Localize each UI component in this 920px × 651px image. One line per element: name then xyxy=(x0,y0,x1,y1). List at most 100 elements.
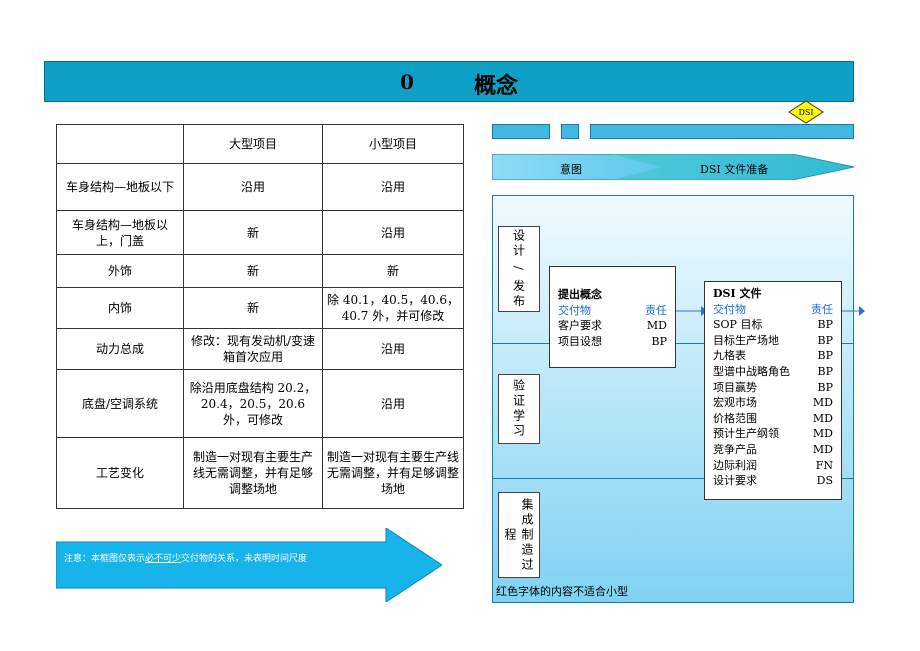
owner: MD xyxy=(812,427,833,441)
note-suffix: 交付物的关系，未表明时间尺度 xyxy=(181,554,308,564)
list-item: SOP 目标 BP xyxy=(713,317,833,333)
table-row: 底盘/空调系统 除沿用底盘结构 20.2，20.4，20.5，20.6 外，可修… xyxy=(56,369,464,438)
table-cell: 车身结构—地板以上，门盖 xyxy=(56,210,184,255)
table-cell: 除 40.1，40.5，40.6，40.7 外，并可修改 xyxy=(322,287,464,329)
owner: MD xyxy=(646,319,667,333)
table-cell: 修改：现有发动机/变速箱首次应用 xyxy=(183,328,323,370)
list-item: 目标生产场地 BP xyxy=(713,333,833,349)
connector-arrow-icon xyxy=(842,306,865,316)
table-cell: 新 xyxy=(322,254,464,288)
table-cell: 外饰 xyxy=(56,254,184,288)
list-item: 价格范围 MD xyxy=(713,411,833,427)
table-row: 车身结构—地板以下 沿用 沿用 xyxy=(56,163,464,211)
header-responsibility: 责任 xyxy=(645,303,667,317)
table-cell: 工艺变化 xyxy=(56,437,184,509)
timeline-bar xyxy=(492,124,550,139)
table-cell: 沿用 xyxy=(322,210,464,255)
dsi-box-title: DSI 文件 xyxy=(713,287,762,300)
owner: MD xyxy=(812,442,833,456)
deliverable: 项目赢势 xyxy=(713,380,757,394)
comparison-table: 大型项目 小型项目 车身结构—地板以下 沿用 沿用 车身结构—地板以上，门盖 新… xyxy=(56,124,464,509)
table-header-cell: 小型项目 xyxy=(322,124,464,164)
header-deliverable: 交付物 xyxy=(558,303,591,317)
concept-box: 提出概念 交付物 责任 客户要求 MD 项目设想 BP xyxy=(549,266,676,368)
note-text: 注意：本框图仅表示必不可少交付物的关系，未表明时间尺度 xyxy=(64,551,307,564)
list-item: 宏观市场 MD xyxy=(713,395,833,411)
header-deliverable: 交付物 xyxy=(713,302,746,316)
deliverable: 目标生产场地 xyxy=(713,333,779,347)
phase-label-dsi: DSI 文件准备 xyxy=(700,163,769,176)
list-item: 预计生产纲领 MD xyxy=(713,426,833,442)
table-cell: 沿用 xyxy=(322,328,464,370)
table-cell: 动力总成 xyxy=(56,328,184,370)
table-cell: 新 xyxy=(183,287,323,329)
deliverable: 客户要求 xyxy=(558,319,602,333)
deliverable: 项目设想 xyxy=(558,334,602,348)
deliverable: 设计要求 xyxy=(713,474,757,488)
list-item: 型谱中战略角色 BP xyxy=(713,364,833,380)
table-row: 工艺变化 制造一对现有主要生产线无需调整，并有足够调整场地 制造一对现有主要生产… xyxy=(56,437,464,509)
deliverable: 型谱中战略角色 xyxy=(713,364,790,378)
table-cell: 车身结构—地板以下 xyxy=(56,163,184,211)
deliverable: SOP 目标 xyxy=(713,318,763,332)
table-cell: 新 xyxy=(183,210,323,255)
concept-box-title: 提出概念 xyxy=(558,288,602,301)
page-title: 概念 xyxy=(474,73,519,99)
side-label-verify: 验证学习 xyxy=(498,374,540,444)
note-prefix: 注意：本框图仅表示 xyxy=(64,554,146,564)
list-item: 设计要求 DS xyxy=(713,473,833,489)
owner: FN xyxy=(815,458,833,472)
table-cell: 新 xyxy=(183,254,323,288)
table-cell: 沿用 xyxy=(322,163,464,211)
list-item: 边际利润 FN xyxy=(713,458,833,474)
dsi-box-header: 交付物 责任 xyxy=(713,302,833,318)
owner: MD xyxy=(812,396,833,410)
phase-label-intent: 意图 xyxy=(560,163,582,176)
table-cell: 制造一对现有主要生产线无需调整，并有足够调整场地 xyxy=(322,437,464,509)
timeline-bar xyxy=(561,124,579,139)
deliverable: 竞争产品 xyxy=(713,442,757,456)
deliverable: 宏观市场 xyxy=(713,396,757,410)
table-cell: 内饰 xyxy=(56,287,184,329)
milestone-label: DSI xyxy=(798,108,814,117)
owner: DS xyxy=(816,474,833,488)
timeline-bar xyxy=(590,124,854,139)
panel-footer-note: 红色字体的内容不适合小型 xyxy=(496,585,628,598)
phase-arrow xyxy=(492,154,854,180)
deliverable: 边际利润 xyxy=(713,458,757,472)
list-item: 竞争产品 MD xyxy=(713,442,833,458)
dsi-box: DSI 文件 交付物 责任 SOP 目标 BP 目标生产场地 BP 九格表 BP 型谱… xyxy=(704,281,842,500)
table-row: 动力总成 修改：现有发动机/变速箱首次应用 沿用 xyxy=(56,328,464,370)
table-row: 外饰 新 新 xyxy=(56,254,464,288)
owner: MD xyxy=(812,411,833,425)
section-number: 0 xyxy=(400,70,414,94)
deliverable: 九格表 xyxy=(713,349,746,363)
table-row: 车身结构—地板以上，门盖 新 沿用 xyxy=(56,210,464,255)
note-arrow xyxy=(56,528,442,602)
list-item: 客户要求 MD xyxy=(558,318,667,334)
owner: BP xyxy=(817,364,834,378)
table-cell: 除沿用底盘结构 20.2，20.4，20.5，20.6 外，可修改 xyxy=(183,369,323,438)
note-emphasis: 必不可少 xyxy=(145,554,182,564)
table-header-cell: 大型项目 xyxy=(183,124,323,164)
table-cell: 沿用 xyxy=(183,163,323,211)
side-label-design: 设计 / 发布 xyxy=(498,226,540,312)
owner: BP xyxy=(817,380,834,394)
side-label-manufacturing: 集成制造过程 xyxy=(498,492,540,578)
owner: BP xyxy=(817,349,834,363)
list-item: 九格表 BP xyxy=(713,348,833,364)
list-item: 项目设想 BP xyxy=(558,334,667,350)
owner: BP xyxy=(817,333,834,347)
table-row: 内饰 新 除 40.1，40.5，40.6，40.7 外，并可修改 xyxy=(56,287,464,329)
list-item: 项目赢势 BP xyxy=(713,380,833,396)
table-header-row: 大型项目 小型项目 xyxy=(56,124,464,164)
title-bar xyxy=(44,61,854,102)
concept-box-header: 交付物 责任 xyxy=(558,303,667,319)
header-responsibility: 责任 xyxy=(811,302,833,316)
deliverable: 预计生产纲领 xyxy=(713,427,779,441)
table-header-cell xyxy=(56,124,184,164)
table-cell: 底盘/空调系统 xyxy=(56,369,184,438)
table-cell: 沿用 xyxy=(322,369,464,438)
table-cell: 制造一对现有主要生产线无需调整，并有足够调整场地 xyxy=(183,437,323,509)
owner: BP xyxy=(651,334,668,348)
